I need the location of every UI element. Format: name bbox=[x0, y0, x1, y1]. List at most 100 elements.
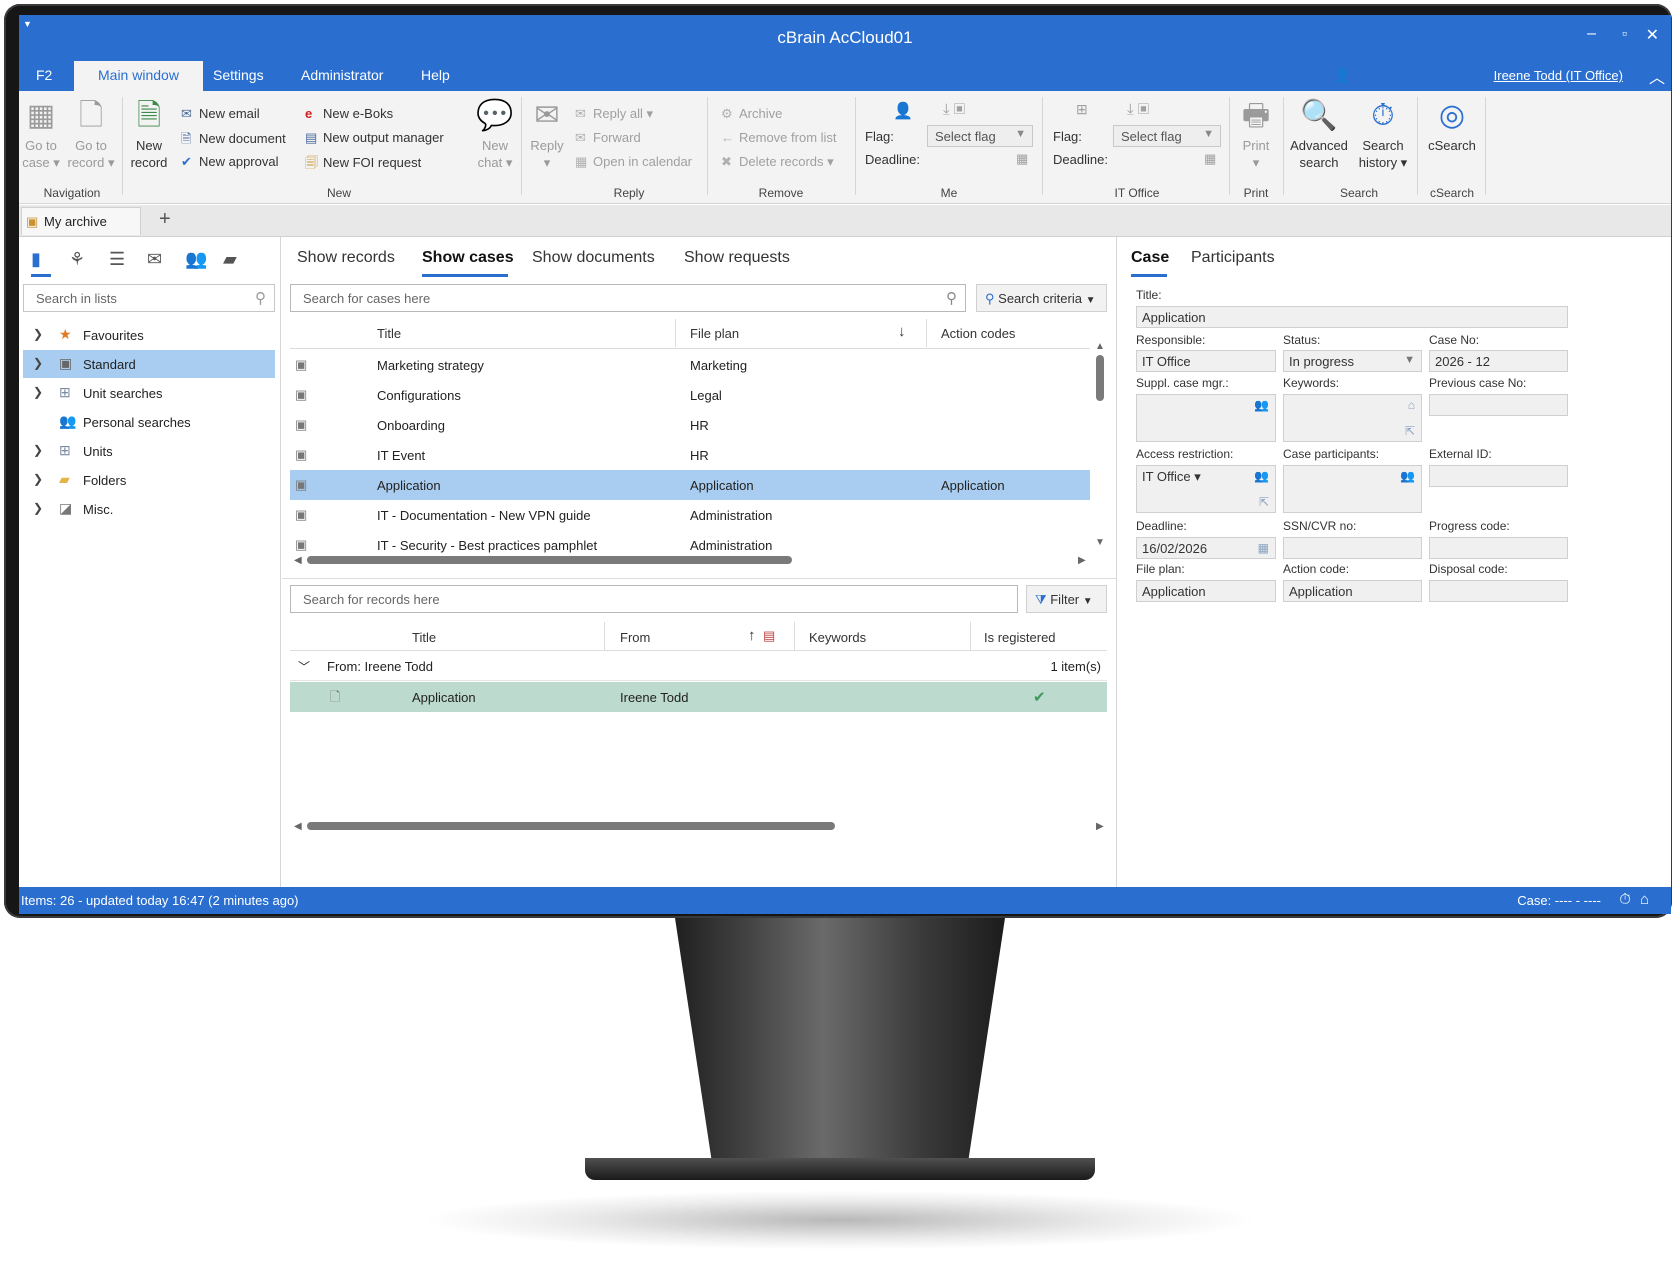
column-keywords[interactable]: Keywords bbox=[809, 630, 866, 645]
delete-records-button[interactable]: ✖ Delete records ▾ bbox=[721, 154, 834, 170]
chevron-right-icon[interactable]: ❯ bbox=[33, 327, 43, 341]
tab-show-cases[interactable]: Show cases bbox=[422, 249, 514, 267]
search-in-lists-input[interactable]: Search in lists ⚲ bbox=[23, 284, 275, 312]
new-foi-request-button[interactable]: 🗐 New FOI request bbox=[305, 154, 421, 176]
go-to-record-button[interactable]: 🗋 Go to record ▾ bbox=[67, 99, 115, 171]
column-from[interactable]: From bbox=[620, 630, 650, 645]
tab-show-records[interactable]: Show records bbox=[297, 249, 395, 267]
search-history-button[interactable]: ⏱ Search history ▾ bbox=[1353, 99, 1413, 171]
tab-settings[interactable]: Settings bbox=[213, 67, 264, 83]
tree-item-unit-searches[interactable]: ❯ ⊞ Unit searches bbox=[23, 379, 275, 407]
archive-button[interactable]: ⚙ Archive bbox=[721, 106, 782, 122]
open-dialog-icon[interactable]: ⇱ bbox=[1259, 495, 1269, 509]
people-picker-icon[interactable]: 👥 bbox=[1254, 469, 1269, 483]
close-button[interactable]: ✕ bbox=[1646, 25, 1659, 45]
tree-item-folders[interactable]: ❯ ▰ Folders bbox=[23, 466, 275, 494]
scroll-left-icon[interactable]: ◀ bbox=[294, 555, 302, 566]
scroll-right-icon[interactable]: ▶ bbox=[1078, 555, 1086, 566]
external-id-field[interactable] bbox=[1429, 465, 1568, 487]
keywords-field[interactable]: ⌂ ⇱ bbox=[1283, 394, 1422, 442]
go-to-case-button[interactable]: ▦ Go to case ▾ bbox=[21, 99, 61, 171]
horizontal-scrollbar[interactable] bbox=[307, 822, 835, 830]
access-restriction-field[interactable]: IT Office ▾ 👥 ⇱ bbox=[1136, 465, 1276, 513]
open-dialog-icon[interactable]: ⇱ bbox=[1405, 424, 1415, 438]
table-row[interactable]: ▣ IT Event HR bbox=[290, 440, 1090, 470]
tag-icon[interactable]: ⌂ bbox=[1640, 891, 1649, 908]
document-list-icon[interactable]: ▮ bbox=[31, 249, 41, 270]
responsible-field[interactable]: IT Office bbox=[1136, 350, 1276, 372]
new-eboks-button[interactable]: e New e-Boks bbox=[305, 106, 393, 121]
disposal-code-field[interactable] bbox=[1429, 580, 1568, 602]
hierarchy-icon[interactable]: ⚘ bbox=[69, 249, 85, 270]
search-criteria-button[interactable]: ⚲ Search criteria ▼ bbox=[976, 284, 1107, 312]
tree-item-personal-searches[interactable]: 👥 Personal searches bbox=[23, 408, 275, 436]
chevron-right-icon[interactable]: ❯ bbox=[33, 385, 43, 399]
mail-merge-icon[interactable]: ✉ bbox=[147, 249, 162, 270]
reply-button[interactable]: ✉ Reply ▾ bbox=[527, 99, 567, 171]
tab-show-requests[interactable]: Show requests bbox=[684, 249, 790, 267]
tab-main-window[interactable]: Main window bbox=[74, 61, 203, 91]
record-row-selected[interactable]: 🗋 Application Ireene Todd ✔ bbox=[290, 682, 1107, 712]
column-record-title[interactable]: Title bbox=[412, 630, 436, 645]
new-approval-button[interactable]: ✔ New approval bbox=[181, 154, 279, 170]
tab-administrator[interactable]: Administrator bbox=[301, 67, 383, 83]
tag-icon[interactable]: ⌂ bbox=[1408, 398, 1415, 412]
collapse-ribbon-icon[interactable]: ︿ bbox=[1649, 64, 1665, 88]
chevron-right-icon[interactable]: ❯ bbox=[33, 356, 43, 370]
csearch-button[interactable]: ◎ cSearch bbox=[1423, 99, 1481, 154]
people-picker-icon[interactable]: 👥 bbox=[1400, 469, 1415, 483]
table-row-selected[interactable]: ▣ Application Application Application bbox=[290, 470, 1090, 500]
remove-from-list-button[interactable]: ← Remove from list bbox=[721, 130, 837, 145]
contacts-icon[interactable]: 👥 bbox=[185, 249, 207, 270]
me-calendar-icon[interactable]: ▦ bbox=[1016, 151, 1028, 167]
open-in-calendar-button[interactable]: ▦ Open in calendar bbox=[575, 154, 692, 170]
tab-show-documents[interactable]: Show documents bbox=[532, 249, 655, 267]
group-row[interactable]: ﹀ From: Ireene Todd 1 item(s) bbox=[290, 651, 1107, 681]
chevron-right-icon[interactable]: ❯ bbox=[33, 443, 43, 457]
case-participants-field[interactable]: 👥 bbox=[1283, 465, 1422, 513]
tab-case[interactable]: Case bbox=[1131, 249, 1169, 267]
ssn-cvr-field[interactable] bbox=[1283, 537, 1422, 559]
title-field[interactable]: Application bbox=[1136, 306, 1568, 328]
it-office-calendar-icon[interactable]: ▦ bbox=[1204, 151, 1216, 167]
search-icon[interactable]: ⚲ bbox=[946, 289, 957, 307]
table-row[interactable]: ▣ Configurations Legal bbox=[290, 380, 1090, 410]
forward-button[interactable]: ✉ Forward bbox=[575, 130, 641, 146]
sort-ascending-icon[interactable]: ↑ bbox=[748, 627, 756, 644]
chevron-right-icon[interactable]: ❯ bbox=[33, 501, 43, 515]
horizontal-scrollbar[interactable] bbox=[307, 556, 792, 564]
case-search-input[interactable]: Search for cases here ⚲ bbox=[290, 284, 966, 312]
table-row[interactable]: ▣ Marketing strategy Marketing bbox=[290, 350, 1090, 380]
minimize-button[interactable]: – bbox=[1587, 25, 1596, 43]
tab-help[interactable]: Help bbox=[421, 67, 450, 83]
print-button[interactable]: 🖶 Print ▾ bbox=[1235, 99, 1277, 171]
scroll-right-icon[interactable]: ▶ bbox=[1096, 821, 1104, 832]
scroll-left-icon[interactable]: ◀ bbox=[294, 821, 302, 832]
reply-all-button[interactable]: ✉ Reply all ▾ bbox=[575, 106, 653, 122]
timer-icon[interactable]: ⏱ bbox=[1619, 891, 1631, 908]
it-office-flag-select[interactable]: Select flag ▼ bbox=[1113, 125, 1221, 147]
column-action-codes[interactable]: Action codes bbox=[941, 326, 1015, 341]
add-tab-button[interactable]: + bbox=[159, 208, 171, 231]
column-settings-icon[interactable]: ▤ bbox=[763, 628, 775, 644]
file-plan-field[interactable]: Application bbox=[1136, 580, 1276, 602]
user-link[interactable]: Ireene Todd (IT Office) bbox=[1494, 68, 1623, 83]
folder-view-icon[interactable]: ▰ bbox=[223, 249, 237, 270]
suppl-case-mgr-field[interactable]: 👥 bbox=[1136, 394, 1276, 442]
table-row[interactable]: ▣ Onboarding HR bbox=[290, 410, 1090, 440]
deadline-field[interactable]: 16/02/2026 ▦ bbox=[1136, 537, 1276, 559]
vertical-scrollbar[interactable] bbox=[1096, 355, 1104, 401]
advanced-search-button[interactable]: 🔍 Advanced search bbox=[1287, 99, 1351, 171]
me-flag-select[interactable]: Select flag ▼ bbox=[927, 125, 1033, 147]
chevron-down-icon[interactable]: ﹀ bbox=[298, 658, 310, 675]
chevron-right-icon[interactable]: ❯ bbox=[33, 472, 43, 486]
progress-code-field[interactable] bbox=[1429, 537, 1568, 559]
people-picker-icon[interactable]: 👥 bbox=[1254, 398, 1269, 412]
search-icon[interactable]: ⚲ bbox=[255, 289, 266, 307]
new-record-button[interactable]: 🗎 New record bbox=[127, 99, 171, 171]
new-email-button[interactable]: ✉ New email bbox=[181, 106, 260, 122]
tree-item-standard[interactable]: ❯ ▣ Standard bbox=[23, 350, 275, 378]
new-document-button[interactable]: 🗎 New document bbox=[181, 130, 286, 152]
new-output-manager-button[interactable]: ▤ New output manager bbox=[305, 130, 444, 146]
status-select[interactable]: In progress ▼ bbox=[1283, 350, 1422, 372]
